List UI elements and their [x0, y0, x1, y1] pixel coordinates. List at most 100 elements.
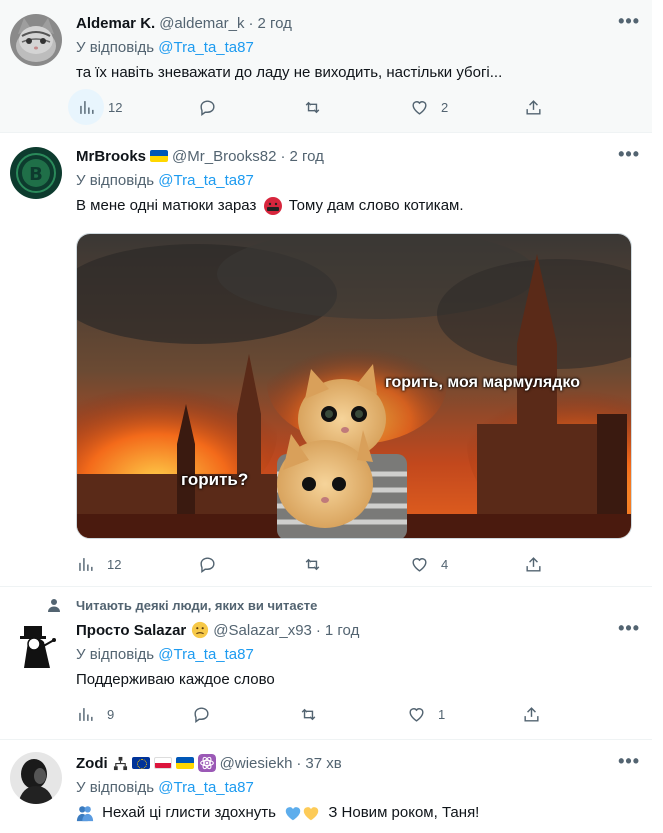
meme-image[interactable]: горить? горить, моя мармулядко	[76, 233, 632, 539]
avatar[interactable]	[10, 620, 62, 672]
share-button[interactable]	[524, 547, 543, 581]
blue-heart-icon	[285, 807, 301, 821]
reply-to-link[interactable]: @Tra_ta_ta87	[158, 39, 254, 56]
timestamp[interactable]: 1 год	[325, 622, 359, 639]
views-count: 12	[108, 99, 123, 115]
cursing-face-icon	[263, 197, 282, 216]
reply-icon	[200, 556, 215, 573]
poland-flag-icon	[153, 757, 172, 769]
reply-context: У відповідь @Tra_ta_ta87	[76, 37, 640, 59]
eu-flag-icon	[131, 757, 150, 769]
atom-icon	[197, 754, 216, 772]
reply-icon	[194, 706, 209, 723]
reply-prefix: У відповідь	[76, 646, 155, 663]
reply-icon	[200, 99, 215, 116]
tweet-text-after: З Новим роком, Таня!	[328, 804, 480, 821]
share-button[interactable]	[522, 697, 541, 731]
tweet-text: В мене одні матюки зараз Тому дам слово …	[76, 195, 640, 216]
person-icon	[48, 599, 60, 612]
separator-dot: ·	[296, 754, 302, 772]
tweet-text-before: Нехай ці глисти здохнуть	[102, 804, 276, 821]
confused-face-icon	[192, 621, 209, 639]
author-name[interactable]: Aldemar K.	[76, 15, 155, 32]
separator-dot: ·	[280, 147, 286, 165]
views-count: 9	[107, 706, 115, 722]
retweet-icon	[305, 101, 320, 113]
retweet-icon	[301, 708, 316, 720]
retweet-button[interactable]	[303, 547, 322, 581]
reply-prefix: У відповідь	[76, 39, 155, 56]
tweet-salazar[interactable]: Читають деякі люди, яких ви читаєте Прос…	[0, 587, 652, 740]
more-icon[interactable]: •••	[618, 12, 640, 30]
reply-button[interactable]	[192, 697, 211, 731]
share-icon	[524, 706, 539, 722]
views-count: 12	[107, 556, 122, 572]
network-icon	[113, 756, 127, 770]
like-icon	[412, 100, 427, 115]
separator-dot: ·	[315, 621, 321, 639]
views-button[interactable]: 12	[76, 547, 121, 581]
meme-caption-right: горить, моя мармулядко	[385, 374, 580, 391]
likes-count: 1	[438, 706, 446, 722]
yellow-heart-icon	[303, 807, 319, 821]
tweet-zodi[interactable]: Zodi @wiesiekh · 37 хв ••• У відповідь @…	[0, 740, 652, 833]
author-handle[interactable]: @wiesiekh	[220, 755, 293, 772]
retweet-button[interactable]	[299, 697, 318, 731]
more-icon[interactable]: •••	[618, 752, 640, 770]
avatar[interactable]	[10, 14, 62, 66]
tweet-text: Нехай ці глисти здохнуть З Новим роком, …	[76, 802, 640, 823]
avatar[interactable]	[10, 752, 62, 804]
timestamp[interactable]: 2 год	[257, 15, 291, 32]
likes-count: 4	[441, 556, 449, 572]
timestamp[interactable]: 2 год	[289, 148, 323, 165]
like-icon	[409, 707, 424, 722]
ukraine-flag-icon	[175, 757, 194, 769]
avatar[interactable]: B	[10, 147, 62, 199]
reply-to-link[interactable]: @Tra_ta_ta87	[158, 779, 254, 796]
reply-prefix: У відповідь	[76, 172, 155, 189]
views-button[interactable]: 9	[76, 697, 114, 731]
author-handle[interactable]: @aldemar_k	[159, 15, 244, 32]
reply-context: У відповідь @Tra_ta_ta87	[76, 644, 640, 666]
retweet-button[interactable]	[303, 90, 322, 124]
more-icon[interactable]: •••	[618, 619, 640, 637]
separator-dot: ·	[248, 14, 254, 32]
author-name[interactable]: MrBrooks	[76, 148, 146, 165]
like-button[interactable]: 4	[410, 547, 448, 581]
timestamp[interactable]: 37 хв	[305, 755, 341, 772]
share-icon	[526, 556, 541, 572]
author-name[interactable]: Zodi	[76, 755, 108, 772]
retweet-icon	[305, 558, 320, 570]
reply-button[interactable]	[198, 547, 217, 581]
reply-to-link[interactable]: @Tra_ta_ta87	[158, 646, 254, 663]
tweet-aldemar[interactable]: Aldemar K. @aldemar_k · 2 год ••• У відп…	[0, 0, 652, 133]
tweet-mrbrooks[interactable]: B MrBrooks @Mr_Brooks82 · 2 год ••• У ві…	[0, 133, 652, 587]
reply-prefix: У відповідь	[76, 779, 155, 796]
views-icon	[79, 100, 94, 114]
views-icon	[79, 707, 93, 721]
author-handle[interactable]: @Salazar_x93	[213, 622, 312, 639]
views-button[interactable]: 12	[68, 89, 123, 125]
reply-button[interactable]	[198, 90, 217, 124]
share-icon	[526, 99, 541, 115]
likes-count: 2	[441, 99, 449, 115]
reply-context: У відповідь @Tra_ta_ta87	[76, 170, 640, 192]
social-context: Читають деякі люди, яких ви читаєте	[46, 597, 317, 613]
author-name[interactable]: Просто Salazar	[76, 622, 186, 639]
like-icon	[412, 557, 427, 572]
reply-to-link[interactable]: @Tra_ta_ta87	[158, 172, 254, 189]
meme-caption-left: горить?	[181, 470, 249, 489]
like-button[interactable]: 1	[407, 697, 445, 731]
tweet-text-after: Тому дам слово котикам.	[288, 197, 464, 214]
more-icon[interactable]: •••	[618, 145, 640, 163]
svg-text:B: B	[29, 164, 43, 185]
ukraine-flag-icon	[150, 150, 169, 162]
people-hugging-icon	[76, 806, 94, 822]
tweet-text-before: В мене одні матюки зараз	[76, 197, 257, 214]
author-handle[interactable]: @Mr_Brooks82	[172, 148, 276, 165]
social-context-text: Читають деякі люди, яких ви читаєте	[76, 597, 318, 613]
tweet-text: Поддерживаю каждое слово	[76, 671, 275, 688]
views-icon	[79, 557, 93, 571]
like-button[interactable]: 2	[410, 90, 448, 124]
share-button[interactable]	[524, 90, 543, 124]
